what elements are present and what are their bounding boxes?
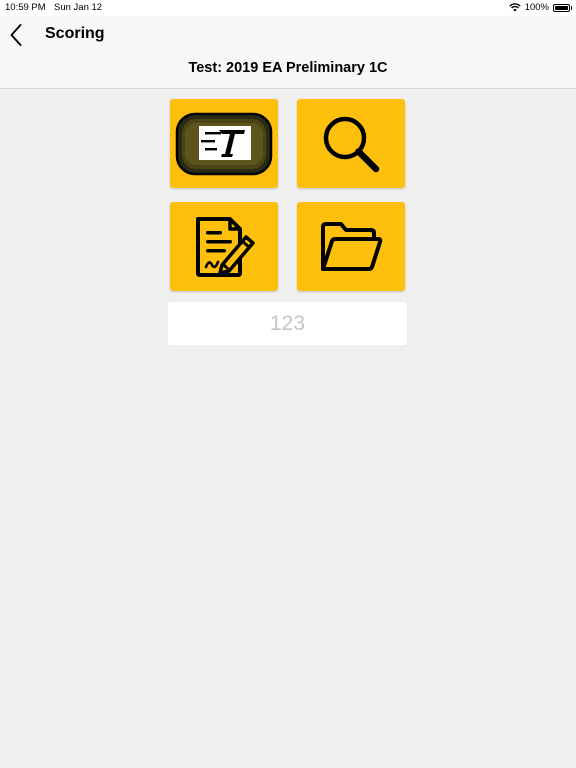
nav-bar: Scoring Test: 2019 EA Preliminary 1C	[0, 16, 576, 89]
document-sign-tile-button[interactable]	[170, 202, 278, 291]
battery-percent: 100%	[524, 2, 549, 13]
test-title: Test: 2019 EA Preliminary 1C	[188, 60, 388, 76]
search-icon	[323, 116, 380, 172]
wifi-icon	[508, 3, 521, 12]
battery-icon	[553, 3, 572, 12]
nav-title: Scoring	[45, 25, 105, 42]
status-time: 10:59 PM	[5, 2, 46, 13]
document-sign-icon	[196, 216, 255, 277]
status-indicators: 100%	[508, 2, 572, 13]
status-date: Sun Jan 12	[54, 2, 103, 13]
chevron-left-icon	[10, 24, 22, 46]
folder-tile-button[interactable]	[297, 202, 405, 291]
search-tile-button[interactable]	[297, 99, 405, 188]
status-bar: 10:59 PM Sun Jan 12 100%	[0, 0, 576, 16]
scoring-screen: 10:59 PM Sun Jan 12 100% Scoring Test: 2…	[0, 0, 576, 768]
code-input[interactable]	[168, 302, 407, 345]
scoreboard-t-icon	[175, 112, 273, 175]
back-button[interactable]	[4, 22, 28, 48]
scoreboard-tile-button[interactable]	[170, 99, 278, 188]
folder-icon	[321, 221, 383, 271]
